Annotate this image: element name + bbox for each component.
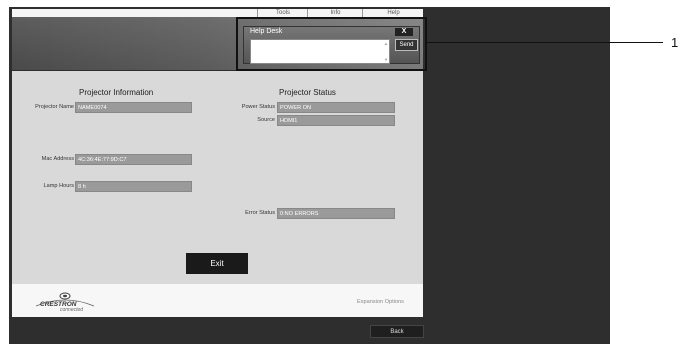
error-status-value: 0:NO ERRORS bbox=[277, 208, 395, 219]
power-status-value: POWER ON bbox=[277, 102, 395, 113]
error-status-label: Error Status bbox=[245, 210, 275, 216]
mac-address-value: 4C:36:4E:77:9D:C7 bbox=[75, 154, 192, 165]
crestron-connected-logo: CRESTRON connected bbox=[34, 290, 96, 313]
tab-info[interactable]: Info bbox=[307, 9, 363, 17]
lamp-hours-value: 8 h bbox=[75, 181, 192, 192]
crestron-logo-icon: CRESTRON connected bbox=[35, 292, 95, 313]
expansion-options-link[interactable]: Expansion Options bbox=[357, 299, 404, 305]
source-value: HDMI1 bbox=[277, 115, 395, 126]
tab-tools[interactable]: Tools bbox=[257, 9, 308, 17]
projector-information-heading: Projector Information bbox=[79, 88, 154, 97]
source-label: Source bbox=[257, 117, 275, 123]
back-button[interactable]: Back bbox=[370, 325, 424, 338]
exit-button[interactable]: Exit bbox=[186, 253, 248, 274]
projector-name-value: NAME0074 bbox=[75, 102, 192, 113]
menu-bar: Tools Info Help bbox=[12, 9, 423, 17]
mac-address-label: Mac Address bbox=[41, 156, 74, 162]
power-status-label: Power Status bbox=[241, 104, 275, 110]
logo-tagline-text: connected bbox=[60, 307, 83, 312]
callout-number: 1 bbox=[671, 35, 679, 50]
projector-status-heading: Projector Status bbox=[279, 88, 336, 97]
projector-name-label: Projector Name bbox=[35, 104, 74, 110]
callout-leader-line bbox=[427, 42, 663, 43]
lamp-hours-label: Lamp Hours bbox=[43, 183, 74, 189]
callout-highlight-box bbox=[236, 17, 427, 71]
tab-help[interactable]: Help bbox=[362, 9, 424, 17]
